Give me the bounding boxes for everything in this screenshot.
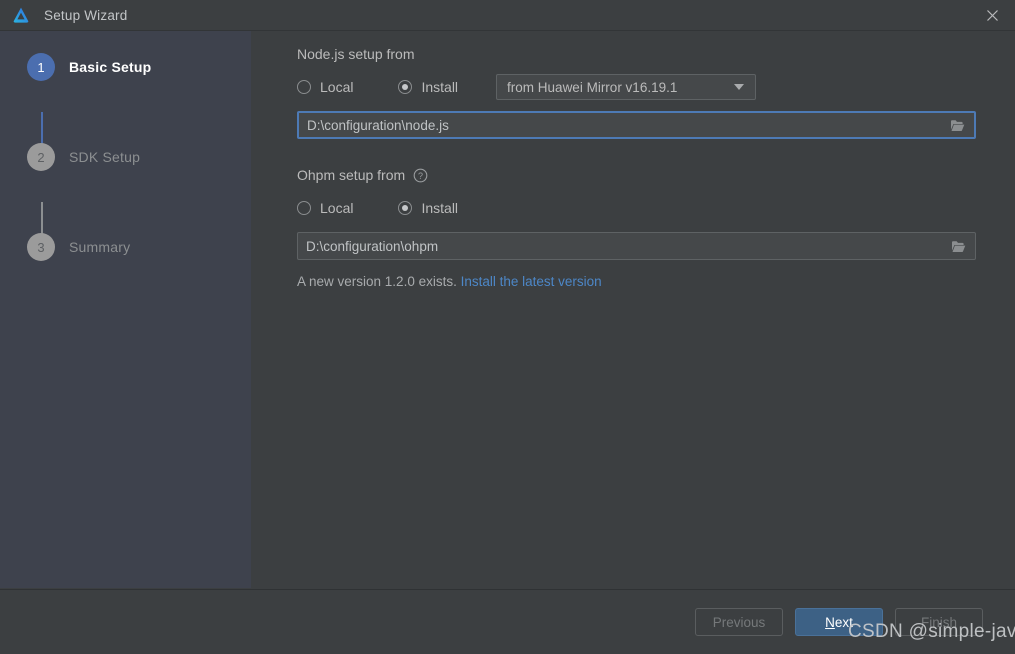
nodejs-path-field[interactable]: D:\configuration\node.js <box>297 111 976 139</box>
nodejs-install-radio[interactable]: Install <box>398 79 458 95</box>
next-button-mnemonic: N <box>825 614 835 630</box>
watermark-text: CSDN @simple-java <box>848 621 1015 642</box>
nodejs-mirror-dropdown[interactable]: from Huawei Mirror v16.19.1 <box>496 74 757 100</box>
wizard-steps-sidebar: 1 Basic Setup 2 SDK Setup 3 Summary <box>0 31 251 588</box>
close-icon[interactable] <box>969 0 1015 31</box>
sidebar-step-basic-setup[interactable]: 1 Basic Setup <box>0 50 251 84</box>
step-label: Summary <box>69 239 131 255</box>
nodejs-path-value: D:\configuration\node.js <box>307 117 449 133</box>
sidebar-step-summary[interactable]: 3 Summary <box>0 230 251 264</box>
step-list: 1 Basic Setup 2 SDK Setup 3 Summary <box>0 31 251 264</box>
nodejs-section-label: Node.js setup from <box>297 46 415 62</box>
step-number-badge: 1 <box>27 53 55 81</box>
ohpm-source-radio-group: Local Install <box>297 197 976 219</box>
ohpm-install-radio[interactable]: Install <box>398 200 458 216</box>
svg-text:?: ? <box>418 171 423 181</box>
help-circle-icon[interactable]: ? <box>413 168 428 183</box>
setup-wizard-window: Setup Wizard 1 Basic Setup 2 SDK Setup 3… <box>0 0 1015 654</box>
ohpm-version-note: A new version 1.2.0 exists. Install the … <box>297 274 976 289</box>
install-latest-version-link[interactable]: Install the latest version <box>461 274 602 289</box>
radio-indicator <box>297 201 311 215</box>
chevron-down-icon <box>734 84 745 90</box>
ohpm-section-label: Ohpm setup from <box>297 167 406 183</box>
step-label: Basic Setup <box>69 59 152 75</box>
nodejs-local-radio[interactable]: Local <box>297 79 353 95</box>
folder-icon[interactable] <box>941 233 975 259</box>
ohpm-path-value: D:\configuration\ohpm <box>306 238 439 254</box>
previous-button[interactable]: Previous <box>695 608 783 636</box>
step-number-badge: 3 <box>27 233 55 261</box>
step-number-badge: 2 <box>27 143 55 171</box>
radio-indicator <box>398 201 413 215</box>
radio-indicator <box>398 80 413 94</box>
deveco-logo-icon <box>11 5 31 25</box>
radio-label: Install <box>421 200 459 216</box>
radio-label: Local <box>320 79 354 95</box>
ohpm-local-radio[interactable]: Local <box>297 200 353 216</box>
title-bar: Setup Wizard <box>0 0 1015 31</box>
step-label: SDK Setup <box>69 149 141 165</box>
main-content-panel: Node.js setup from Local Install from Hu… <box>251 31 1015 588</box>
ohpm-path-field[interactable]: D:\configuration\ohpm <box>297 232 976 260</box>
radio-label: Install <box>421 79 459 95</box>
radio-label: Local <box>320 200 354 216</box>
ohpm-version-note-text: A new version 1.2.0 exists. <box>297 274 461 289</box>
radio-indicator <box>297 80 311 94</box>
nodejs-source-radio-group: Local Install from Huawei Mirror v16.19.… <box>297 74 976 100</box>
ohpm-group: Ohpm setup from ? Local Install D:\confi… <box>297 165 976 289</box>
folder-icon[interactable] <box>940 113 974 137</box>
ohpm-section-label-row: Ohpm setup from ? <box>297 165 976 185</box>
sidebar-step-sdk-setup[interactable]: 2 SDK Setup <box>0 140 251 174</box>
window-title: Setup Wizard <box>44 7 128 23</box>
dropdown-selected-value: from Huawei Mirror v16.19.1 <box>507 79 678 95</box>
